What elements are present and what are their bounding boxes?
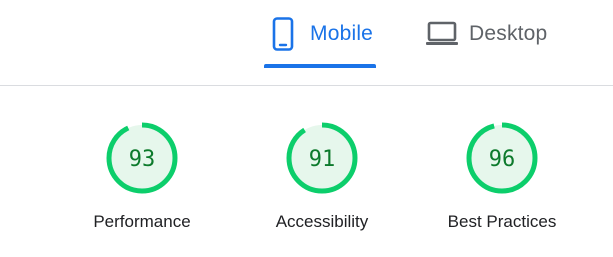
- category-scores: 93 Performance 91 Accessibility 96 Best …: [0, 120, 613, 240]
- gauge-performance[interactable]: 93 Performance: [62, 120, 222, 232]
- score-gauge: 96: [466, 122, 538, 194]
- tab-desktop-label: Desktop: [469, 22, 548, 45]
- gauge-label: Best Practices: [447, 212, 557, 231]
- gauge-label: Performance: [93, 212, 191, 231]
- gauge-best-practices[interactable]: 96 Best Practices: [422, 120, 582, 232]
- gauge-score: 91: [309, 147, 336, 172]
- laptop-icon: [425, 17, 459, 51]
- active-tab-indicator: [264, 64, 376, 68]
- tab-mobile[interactable]: Mobile: [266, 0, 376, 68]
- tab-mobile-label: Mobile: [310, 22, 374, 45]
- smartphone-icon: [266, 17, 300, 51]
- score-gauge: 91: [286, 122, 358, 194]
- device-tabs: Mobile Desktop: [0, 0, 613, 86]
- score-gauge: 93: [106, 122, 178, 194]
- gauge-label: Accessibility: [275, 212, 369, 231]
- gauge-score: 96: [489, 147, 516, 172]
- gauge-score: 93: [129, 147, 156, 172]
- gauge-accessibility[interactable]: 91 Accessibility: [242, 120, 402, 232]
- tab-desktop[interactable]: Desktop: [425, 0, 565, 68]
